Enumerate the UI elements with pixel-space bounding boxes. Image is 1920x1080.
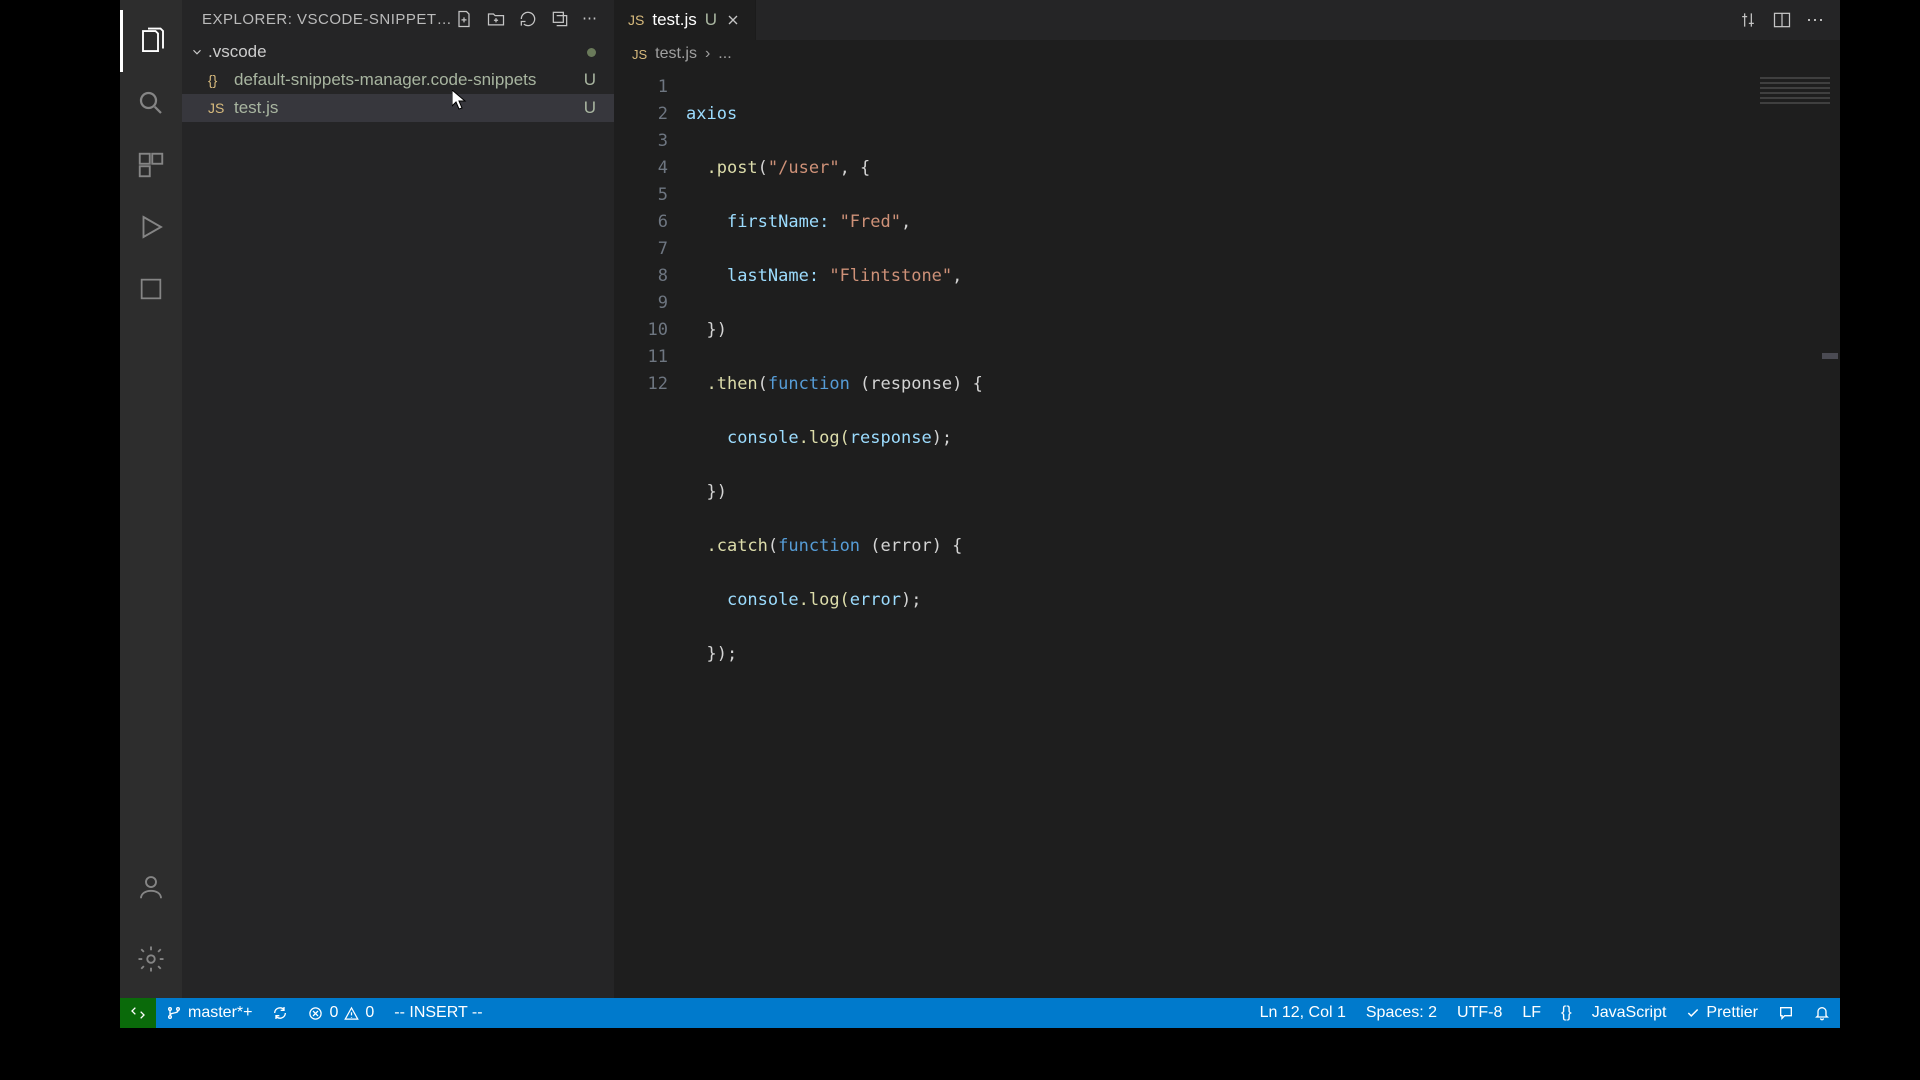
editor-body[interactable]: 1 2 3 4 5 6 7 8 9 10 11 12 axios .post("… — [614, 68, 1840, 1000]
file-label: default-snippets-manager.code-snippets — [234, 70, 584, 90]
breadcrumb-file: test.js — [655, 45, 697, 63]
encoding-info[interactable]: UTF-8 — [1447, 1004, 1512, 1022]
modified-dot-icon — [587, 48, 596, 57]
line-gutter: 1 2 3 4 5 6 7 8 9 10 11 12 — [614, 68, 686, 1000]
tab-git-badge: U — [705, 10, 717, 30]
code-content[interactable]: axios .post("/user", { firstName: "Fred"… — [686, 68, 1840, 1000]
editor-area: JS test.js U ⋯ JS test.js › ... — [614, 0, 1840, 1000]
minimap[interactable] — [1740, 68, 1840, 1000]
indent-info[interactable]: Spaces: 2 — [1356, 1004, 1447, 1022]
git-status-badge: U — [584, 70, 596, 90]
bracket-info[interactable]: {} — [1551, 1004, 1582, 1022]
compare-changes-icon[interactable] — [1738, 10, 1758, 30]
cursor-position[interactable]: Ln 12, Col 1 — [1250, 1004, 1356, 1022]
chevron-down-icon — [190, 45, 204, 59]
language-mode[interactable]: JavaScript — [1582, 1004, 1677, 1022]
new-file-icon[interactable] — [454, 9, 474, 29]
file-test-js[interactable]: JS test.js U — [182, 94, 614, 122]
activity-bar — [120, 0, 182, 1000]
remote-indicator[interactable] — [120, 998, 156, 1028]
tab-test-js[interactable]: JS test.js U — [614, 0, 756, 40]
panel-icon[interactable] — [120, 258, 182, 320]
more-actions-icon[interactable]: ⋯ — [1806, 10, 1826, 31]
explorer-title: EXPLORER: VSCODE-SNIPPETS... — [202, 11, 454, 28]
breadcrumb[interactable]: JS test.js › ... — [614, 40, 1840, 68]
chevron-right-icon: › — [705, 45, 710, 63]
refresh-icon[interactable] — [518, 9, 538, 29]
account-icon[interactable] — [120, 856, 182, 918]
collapse-all-icon[interactable] — [550, 9, 570, 29]
scroll-marker — [1822, 353, 1838, 359]
new-folder-icon[interactable] — [486, 9, 506, 29]
problems-count[interactable]: 0 0 — [298, 1004, 384, 1022]
run-debug-icon[interactable] — [120, 196, 182, 258]
js-file-icon: JS — [632, 47, 647, 62]
sync-icon[interactable] — [262, 1005, 298, 1021]
breadcrumb-rest: ... — [718, 45, 731, 63]
status-bar: master*+ 0 0 -- INSERT -- Ln 12, Col 1 S… — [120, 998, 1840, 1028]
explorer-sidebar: EXPLORER: VSCODE-SNIPPETS... ⋯ — [182, 0, 614, 1000]
tab-label: test.js — [652, 10, 696, 30]
git-branch[interactable]: master*+ — [156, 1004, 262, 1022]
explorer-icon[interactable] — [120, 10, 182, 72]
minimap-thumb — [1760, 76, 1830, 104]
folder-label: .vscode — [208, 42, 267, 62]
settings-gear-icon[interactable] — [120, 928, 182, 990]
prettier-status[interactable]: Prettier — [1676, 1004, 1768, 1022]
eol-info[interactable]: LF — [1512, 1004, 1551, 1022]
close-icon[interactable] — [725, 12, 741, 28]
explorer-header: EXPLORER: VSCODE-SNIPPETS... ⋯ — [182, 0, 614, 38]
feedback-icon[interactable] — [1768, 1005, 1804, 1021]
js-file-icon: JS — [628, 12, 644, 28]
bell-icon[interactable] — [1804, 1005, 1840, 1021]
file-snippets[interactable]: {} default-snippets-manager.code-snippet… — [182, 66, 614, 94]
json-file-icon: {} — [208, 72, 226, 88]
more-icon[interactable]: ⋯ — [582, 9, 602, 29]
extensions-icon[interactable] — [120, 134, 182, 196]
split-editor-icon[interactable] — [1772, 10, 1792, 30]
search-icon[interactable] — [120, 72, 182, 134]
folder-vscode[interactable]: .vscode — [182, 38, 614, 66]
js-file-icon: JS — [208, 100, 226, 116]
file-tree: .vscode {} default-snippets-manager.code… — [182, 38, 614, 122]
git-status-badge: U — [584, 98, 596, 118]
file-label: test.js — [234, 98, 584, 118]
vim-mode: -- INSERT -- — [384, 1004, 492, 1022]
tab-bar: JS test.js U ⋯ — [614, 0, 1840, 40]
